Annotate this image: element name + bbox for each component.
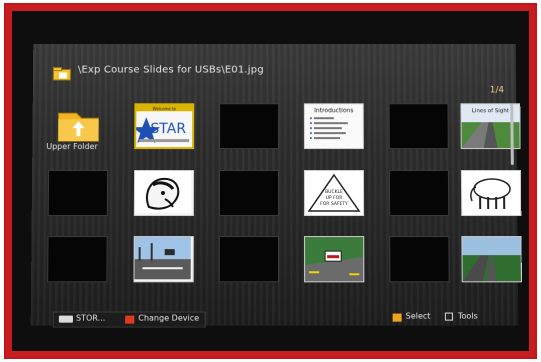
svg-text:STAR: STAR [150, 121, 186, 137]
thumbnail-intersection[interactable] [304, 236, 365, 283]
thumbnail-empty[interactable] [47, 236, 108, 283]
folder-up-icon [57, 113, 100, 142]
upper-folder-label: Upper Folder [46, 142, 98, 152]
svg-text:Lines of Sight: Lines of Sight [472, 108, 510, 114]
intro-title: Introductions [314, 107, 353, 114]
thumbnail-introductions[interactable]: Introductions [303, 103, 364, 150]
thumbnail-empty[interactable] [388, 103, 449, 150]
thumbnail-elephant[interactable] [460, 170, 522, 217]
header: \Exp Course Slides for USBs\E01.jpg 1/4 [33, 44, 516, 95]
select-button-icon [392, 313, 402, 322]
svg-text:UP FOR: UP FOR [326, 195, 343, 201]
red-button-icon [125, 315, 135, 324]
thumbnail-country-road[interactable] [461, 236, 522, 283]
svg-text:FOR SAFETY: FOR SAFETY [320, 201, 348, 207]
thumbnail-face-drawing[interactable] [133, 170, 195, 217]
upper-folder-tile[interactable]: Upper Folder [46, 103, 108, 151]
svg-text:Welcome to: Welcome to [153, 106, 177, 111]
footer-bar: STOR... Change Device Select Tools [31, 301, 519, 328]
folder-path-icon [53, 66, 72, 81]
usb-storage-icon [58, 315, 73, 323]
svg-text:BUCKLE: BUCKLE [325, 189, 343, 195]
media-browser-screen: \Exp Course Slides for USBs\E01.jpg 1/4 … [30, 43, 522, 328]
thumbnail-welcome-star[interactable]: Welcome to STAR [132, 103, 195, 150]
tv-bezel: \Exp Course Slides for USBs\E01.jpg 1/4 … [12, 11, 529, 351]
device-selector[interactable]: STOR... Change Device [52, 311, 206, 328]
thumbnail-empty[interactable] [218, 236, 280, 283]
thumbnail-empty[interactable] [47, 170, 109, 217]
select-hint: Select [405, 311, 431, 321]
thumbnail-empty[interactable] [389, 236, 450, 283]
tools-icon [444, 312, 453, 321]
thumbnail-buckle-up[interactable]: BUCKLE UP FOR FOR SAFETY [303, 170, 365, 217]
current-path: \Exp Course Slides for USBs\E01.jpg [77, 64, 264, 76]
scrollbar[interactable] [510, 103, 514, 166]
thumbnail-grid: Upper Folder Welcome to STAR Introductio… [46, 103, 522, 283]
change-device-label: Change Device [138, 313, 200, 323]
thumbnail-empty[interactable] [388, 170, 450, 217]
thumbnail-empty[interactable] [219, 103, 279, 150]
tools-hint: Tools [457, 311, 478, 321]
outer-red-frame: \Exp Course Slides for USBs\E01.jpg 1/4 … [4, 3, 537, 359]
thumbnail-road-scene[interactable] [133, 236, 194, 283]
thumbnail-empty[interactable] [218, 170, 280, 217]
page-counter: 1/4 [489, 85, 505, 96]
device-label: STOR... [75, 313, 106, 323]
